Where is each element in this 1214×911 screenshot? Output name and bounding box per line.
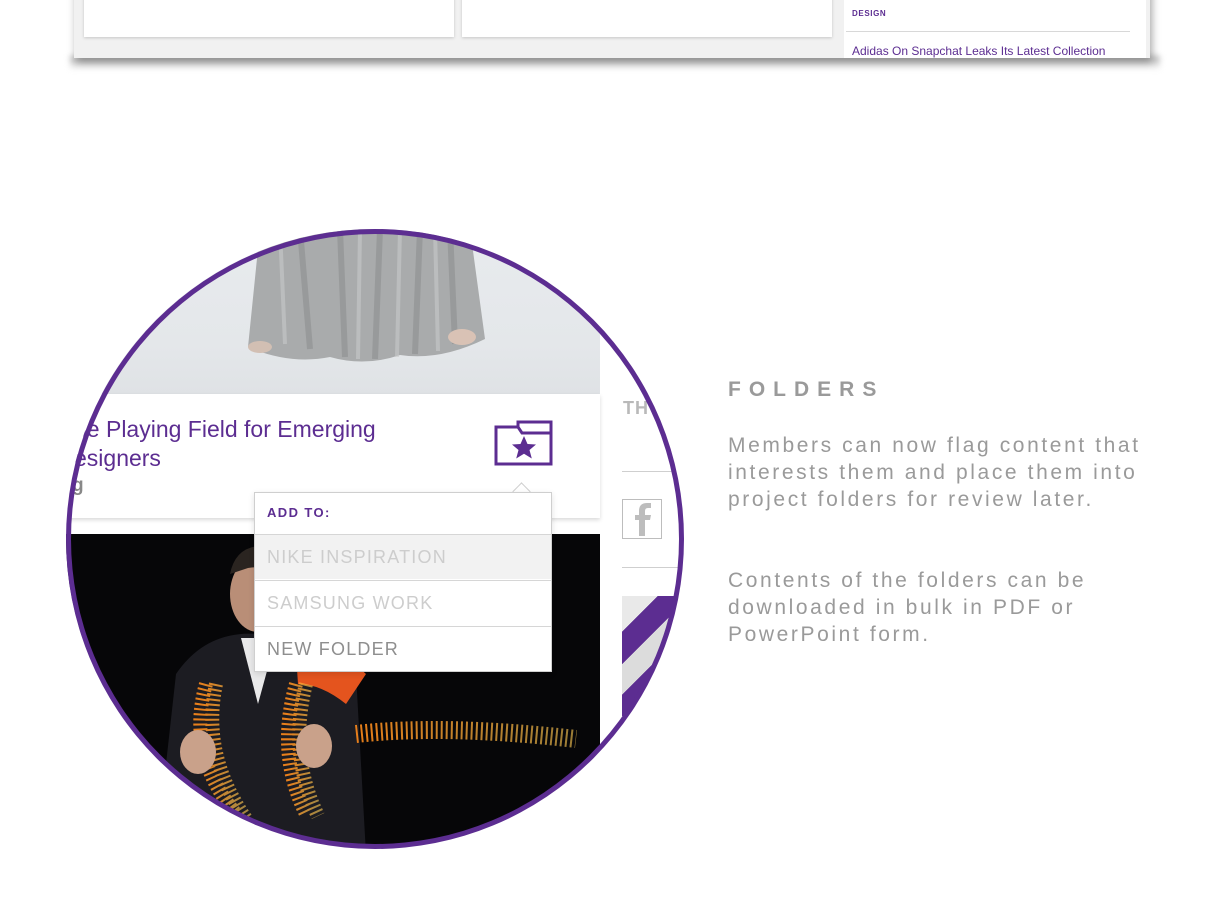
folder-option-nike-inspiration[interactable]: NIKE INSPIRATION [255,534,551,579]
divider [622,567,682,568]
article-card[interactable] [84,0,454,37]
top-panel-shadow [70,56,1160,70]
article-card[interactable] [462,0,832,37]
divider [846,31,1130,32]
article-meta: g [72,475,84,496]
feature-title: FOLDERS [728,378,885,401]
facebook-icon[interactable] [622,499,662,539]
article-title-line: esigners [74,445,161,471]
feature-description: Contents of the folders can be downloade… [728,569,1087,646]
folder-star-icon[interactable] [494,419,554,467]
article-title-line: he Playing Field for Emerging [74,416,376,442]
category-label: DESIGN [852,9,887,18]
folder-option-samsung-work[interactable]: SAMSUNG WORK [255,580,551,625]
sidebar-thumbnail[interactable] [622,596,682,716]
dropdown-heading: ADD TO: [267,505,331,520]
sidebar-heading: TH [623,398,649,418]
divider [622,471,682,472]
add-to-folder-dropdown: ADD TO: NIKE INSPIRATION SAMSUNG WORK NE… [254,492,552,672]
magnified-view: he Playing Field for Emerging esigners g… [66,229,682,847]
article-title[interactable]: he Playing Field for Emerging esigners [74,415,474,473]
gown-figure [248,229,485,362]
feature-description: Members can now flag content that intere… [728,434,1141,511]
article-link[interactable]: Adidas On Snapchat Leaks Its Latest Coll… [852,44,1105,58]
new-folder-option[interactable]: NEW FOLDER [255,626,551,671]
